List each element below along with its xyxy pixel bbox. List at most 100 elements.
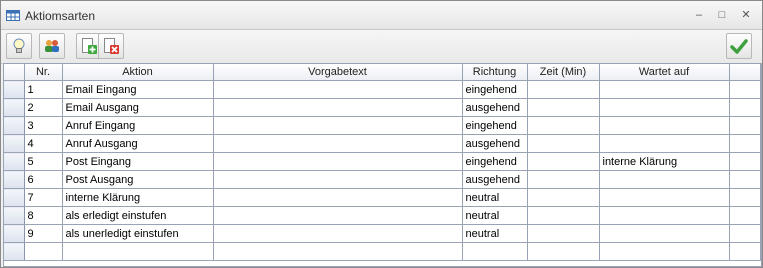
richtung-cell[interactable]: ausgehend bbox=[462, 170, 528, 189]
vorgabetext-cell[interactable] bbox=[213, 188, 463, 207]
header-row: Nr. Aktion Vorgabetext Richtung Zeit (Mi… bbox=[4, 64, 761, 81]
nr-cell[interactable]: 7 bbox=[24, 188, 63, 207]
column-header-vorgabetext[interactable]: Vorgabetext bbox=[213, 64, 463, 81]
vorgabetext-cell[interactable] bbox=[213, 152, 463, 171]
wartet-auf-cell[interactable] bbox=[599, 98, 730, 117]
wartet-auf-cell[interactable]: interne Klärung bbox=[599, 152, 730, 171]
table-row[interactable]: 8 als erledigt einstufen neutral bbox=[4, 206, 761, 225]
richtung-cell[interactable]: eingehend bbox=[462, 152, 528, 171]
column-header-nr[interactable]: Nr. bbox=[24, 64, 63, 81]
column-header-aktion[interactable]: Aktion bbox=[62, 64, 214, 81]
row-selector[interactable] bbox=[4, 152, 25, 171]
nr-cell[interactable]: 3 bbox=[24, 116, 63, 135]
zeit-cell[interactable] bbox=[527, 98, 600, 117]
richtung-cell[interactable]: ausgehend bbox=[462, 134, 528, 153]
vorgabetext-cell[interactable] bbox=[213, 242, 463, 261]
filler-cell bbox=[729, 170, 761, 189]
richtung-cell[interactable]: neutral bbox=[462, 206, 528, 225]
nr-cell[interactable]: 1 bbox=[24, 80, 63, 99]
aktion-cell[interactable]: Anruf Ausgang bbox=[62, 134, 214, 153]
richtung-cell[interactable]: ausgehend bbox=[462, 98, 528, 117]
zeit-cell[interactable] bbox=[527, 152, 600, 171]
aktion-cell[interactable]: interne Klärung bbox=[62, 188, 214, 207]
column-header-richtung[interactable]: Richtung bbox=[462, 64, 528, 81]
aktion-cell[interactable]: Post Eingang bbox=[62, 152, 214, 171]
row-selector[interactable] bbox=[4, 224, 25, 243]
wartet-auf-cell[interactable] bbox=[599, 170, 730, 189]
aktion-cell[interactable]: Post Ausgang bbox=[62, 170, 214, 189]
row-selector[interactable] bbox=[4, 206, 25, 225]
vorgabetext-cell[interactable] bbox=[213, 206, 463, 225]
row-selector-header bbox=[4, 64, 25, 81]
aktion-cell[interactable]: Email Eingang bbox=[62, 80, 214, 99]
wartet-auf-cell[interactable] bbox=[599, 224, 730, 243]
vorgabetext-cell[interactable] bbox=[213, 116, 463, 135]
column-header-wartet-auf[interactable]: Wartet auf bbox=[599, 64, 730, 81]
lightbulb-button[interactable] bbox=[6, 33, 32, 59]
zeit-cell[interactable] bbox=[527, 188, 600, 207]
filler-cell bbox=[729, 152, 761, 171]
vorgabetext-cell[interactable] bbox=[213, 98, 463, 117]
zeit-cell[interactable] bbox=[527, 116, 600, 135]
delete-record-button[interactable] bbox=[98, 33, 124, 59]
refresh-people-button[interactable] bbox=[39, 33, 65, 59]
aktionsarten-grid[interactable]: Nr. Aktion Vorgabetext Richtung Zeit (Mi… bbox=[3, 63, 762, 267]
close-button[interactable]: ✕ bbox=[738, 7, 754, 23]
row-selector[interactable] bbox=[4, 188, 25, 207]
aktion-cell[interactable]: Email Ausgang bbox=[62, 98, 214, 117]
confirm-button[interactable] bbox=[726, 33, 752, 59]
wartet-auf-cell[interactable] bbox=[599, 116, 730, 135]
title-bar[interactable]: Aktiomsarten – □ ✕ bbox=[1, 1, 762, 30]
table-row[interactable]: 9 als unerledigt einstufen neutral bbox=[4, 224, 761, 243]
vorgabetext-cell[interactable] bbox=[213, 80, 463, 99]
row-selector[interactable] bbox=[4, 242, 25, 261]
richtung-cell[interactable] bbox=[462, 242, 528, 261]
nr-cell[interactable]: 6 bbox=[24, 170, 63, 189]
nr-cell[interactable]: 5 bbox=[24, 152, 63, 171]
table-row[interactable]: 3 Anruf Eingang eingehend bbox=[4, 116, 761, 135]
row-selector[interactable] bbox=[4, 80, 25, 99]
maximize-button[interactable]: □ bbox=[714, 7, 730, 23]
richtung-cell[interactable]: eingehend bbox=[462, 80, 528, 99]
wartet-auf-cell[interactable] bbox=[599, 134, 730, 153]
zeit-cell[interactable] bbox=[527, 242, 600, 261]
wartet-auf-cell[interactable] bbox=[599, 206, 730, 225]
table-row[interactable]: 6 Post Ausgang ausgehend bbox=[4, 170, 761, 189]
zeit-cell[interactable] bbox=[527, 206, 600, 225]
aktion-cell[interactable] bbox=[62, 242, 214, 261]
richtung-cell[interactable]: neutral bbox=[462, 224, 528, 243]
aktion-cell[interactable]: als unerledigt einstufen bbox=[62, 224, 214, 243]
column-header-zeit[interactable]: Zeit (Min) bbox=[527, 64, 600, 81]
table-row[interactable] bbox=[4, 242, 761, 261]
table-row[interactable]: 1 Email Eingang eingehend bbox=[4, 80, 761, 99]
zeit-cell[interactable] bbox=[527, 134, 600, 153]
zeit-cell[interactable] bbox=[527, 80, 600, 99]
table-row[interactable]: 5 Post Eingang eingehend interne Klärung bbox=[4, 152, 761, 171]
table-row[interactable]: 4 Anruf Ausgang ausgehend bbox=[4, 134, 761, 153]
nr-cell[interactable] bbox=[24, 242, 63, 261]
table-row[interactable]: 2 Email Ausgang ausgehend bbox=[4, 98, 761, 117]
aktion-cell[interactable]: Anruf Eingang bbox=[62, 116, 214, 135]
row-selector[interactable] bbox=[4, 98, 25, 117]
minimize-button[interactable]: – bbox=[691, 7, 707, 23]
wartet-auf-cell[interactable] bbox=[599, 80, 730, 99]
nr-cell[interactable]: 8 bbox=[24, 206, 63, 225]
nr-cell[interactable]: 2 bbox=[24, 98, 63, 117]
zeit-cell[interactable] bbox=[527, 224, 600, 243]
row-selector[interactable] bbox=[4, 116, 25, 135]
richtung-cell[interactable]: eingehend bbox=[462, 116, 528, 135]
nr-cell[interactable]: 4 bbox=[24, 134, 63, 153]
table-row[interactable]: 7 interne Klärung neutral bbox=[4, 188, 761, 207]
vorgabetext-cell[interactable] bbox=[213, 170, 463, 189]
richtung-cell[interactable]: neutral bbox=[462, 188, 528, 207]
data-table: Nr. Aktion Vorgabetext Richtung Zeit (Mi… bbox=[4, 64, 761, 261]
nr-cell[interactable]: 9 bbox=[24, 224, 63, 243]
vorgabetext-cell[interactable] bbox=[213, 224, 463, 243]
wartet-auf-cell[interactable] bbox=[599, 242, 730, 261]
zeit-cell[interactable] bbox=[527, 170, 600, 189]
aktion-cell[interactable]: als erledigt einstufen bbox=[62, 206, 214, 225]
wartet-auf-cell[interactable] bbox=[599, 188, 730, 207]
row-selector[interactable] bbox=[4, 170, 25, 189]
vorgabetext-cell[interactable] bbox=[213, 134, 463, 153]
row-selector[interactable] bbox=[4, 134, 25, 153]
